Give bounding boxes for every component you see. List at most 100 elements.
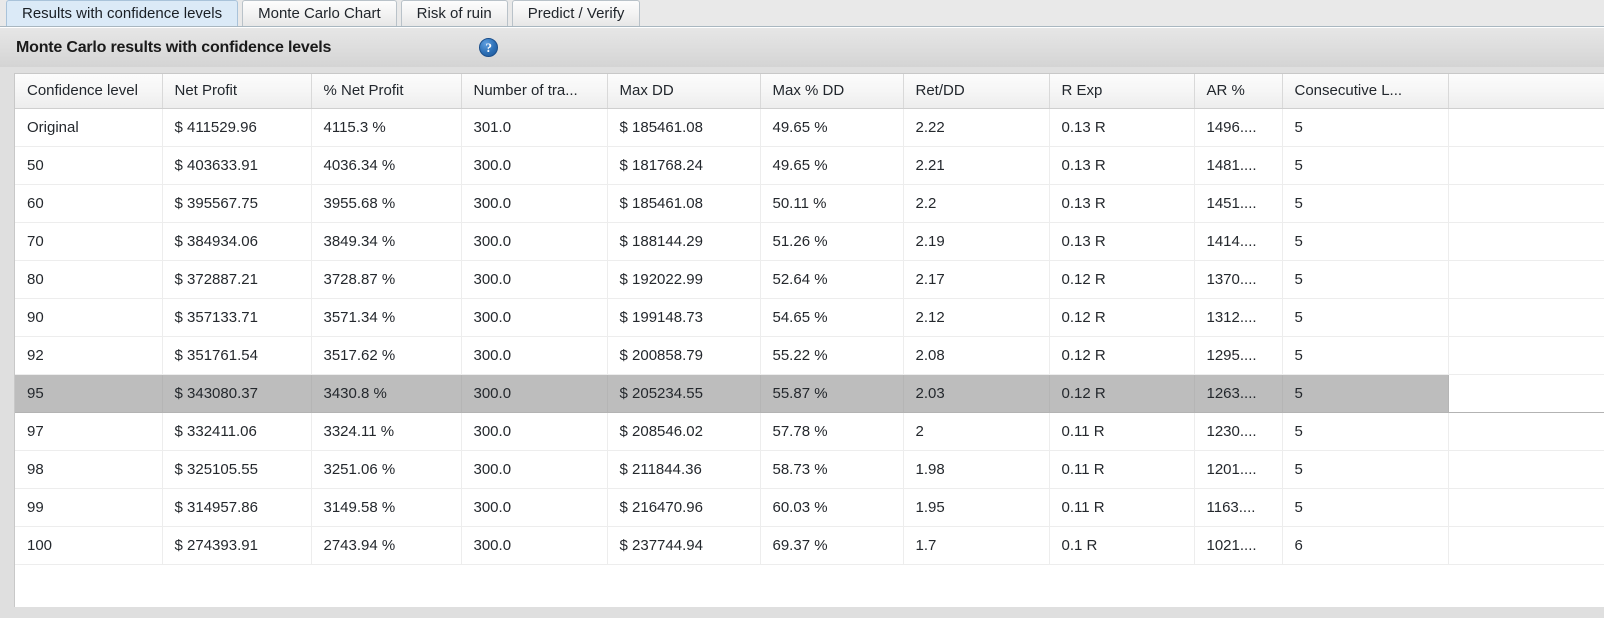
table-cell[interactable]: 57.78 % xyxy=(760,412,904,451)
table-cell[interactable]: 1.95 xyxy=(903,488,1050,527)
table-cell[interactable]: 1312.... xyxy=(1194,298,1283,337)
table-cell[interactable]: 1414.... xyxy=(1194,222,1283,261)
table-cell[interactable]: $ 237744.94 xyxy=(607,526,761,565)
table-cell[interactable]: 300.0 xyxy=(461,526,608,565)
table-cell[interactable]: 2.12 xyxy=(903,298,1050,337)
table-cell[interactable]: 2.21 xyxy=(903,146,1050,185)
table-cell[interactable]: 300.0 xyxy=(461,146,608,185)
table-cell[interactable]: 0.12 R xyxy=(1049,298,1195,337)
table-cell[interactable]: 300.0 xyxy=(461,222,608,261)
table-cell[interactable]: 1021.... xyxy=(1194,526,1283,565)
table-cell[interactable]: 69.37 % xyxy=(760,526,904,565)
table-cell[interactable]: 49.65 % xyxy=(760,108,904,147)
table-cell[interactable]: $ 332411.06 xyxy=(162,412,312,451)
table-row[interactable]: 99 $ 314957.86 3149.58 % 300.0 $ 216470.96 60… xyxy=(15,488,1604,527)
tab-monte-carlo-chart[interactable]: Monte Carlo Chart xyxy=(242,0,397,26)
table-cell[interactable]: 0.13 R xyxy=(1049,184,1195,223)
column-header-net-profit[interactable]: Net Profit xyxy=(162,74,312,109)
column-header-ar-pct[interactable]: AR % xyxy=(1194,74,1283,109)
table-cell[interactable]: 50.11 % xyxy=(760,184,904,223)
table-cell[interactable]: $ 372887.21 xyxy=(162,260,312,299)
table-cell[interactable]: 54.65 % xyxy=(760,298,904,337)
table-cell[interactable]: 5 xyxy=(1282,298,1449,337)
table-cell[interactable]: 3517.62 % xyxy=(311,336,462,375)
table-cell[interactable]: 5 xyxy=(1282,374,1449,413)
table-row[interactable]: 95 $ 343080.37 3430.8 % 300.0 $ 205234.55 55.… xyxy=(15,374,1604,413)
table-cell[interactable]: 3955.68 % xyxy=(311,184,462,223)
table-cell[interactable]: 5 xyxy=(1282,146,1449,185)
table-cell[interactable]: $ 395567.75 xyxy=(162,184,312,223)
table-cell[interactable]: 301.0 xyxy=(461,108,608,147)
table-cell[interactable]: 300.0 xyxy=(461,260,608,299)
table-cell[interactable]: $ 181768.24 xyxy=(607,146,761,185)
table-cell[interactable]: $ 357133.71 xyxy=(162,298,312,337)
table-cell[interactable]: 300.0 xyxy=(461,412,608,451)
table-cell[interactable]: 2.19 xyxy=(903,222,1050,261)
table-cell[interactable]: 55.87 % xyxy=(760,374,904,413)
table-cell[interactable]: 98 xyxy=(15,450,163,489)
table-row[interactable]: 70 $ 384934.06 3849.34 % 300.0 $ 188144.29 51… xyxy=(15,222,1604,261)
table-cell[interactable]: 3324.11 % xyxy=(311,412,462,451)
tab-predict-verify[interactable]: Predict / Verify xyxy=(511,0,641,26)
column-header-number-of-trades[interactable]: Number of tra... xyxy=(461,74,608,109)
table-cell[interactable]: 1370.... xyxy=(1194,260,1283,299)
table-cell[interactable]: $ 411529.96 xyxy=(162,108,312,147)
table-cell[interactable]: $ 208546.02 xyxy=(607,412,761,451)
table-cell[interactable]: $ 351761.54 xyxy=(162,336,312,375)
table-cell[interactable]: 50 xyxy=(15,146,163,185)
table-cell[interactable]: 3728.87 % xyxy=(311,260,462,299)
table-cell[interactable]: $ 200858.79 xyxy=(607,336,761,375)
table-row[interactable]: 80 $ 372887.21 3728.87 % 300.0 $ 192022.99 52… xyxy=(15,260,1604,299)
table-cell[interactable]: 95 xyxy=(15,374,163,413)
table-cell[interactable]: 90 xyxy=(15,298,163,337)
table-cell[interactable]: $ 188144.29 xyxy=(607,222,761,261)
table-cell[interactable]: 2.17 xyxy=(903,260,1050,299)
table-cell[interactable]: 2 xyxy=(903,412,1050,451)
table-cell[interactable]: 92 xyxy=(15,336,163,375)
table-cell[interactable]: 1230.... xyxy=(1194,412,1283,451)
table-cell[interactable]: 60 xyxy=(15,184,163,223)
table-cell[interactable]: 2.2 xyxy=(903,184,1050,223)
table-cell[interactable]: 1451.... xyxy=(1194,184,1283,223)
table-cell[interactable]: 0.11 R xyxy=(1049,412,1195,451)
table-cell[interactable]: 52.64 % xyxy=(760,260,904,299)
table-cell[interactable]: 2.08 xyxy=(903,336,1050,375)
table-cell[interactable]: 300.0 xyxy=(461,374,608,413)
table-cell[interactable]: 0.12 R xyxy=(1049,374,1195,413)
table-row[interactable]: 60 $ 395567.75 3955.68 % 300.0 $ 185461.08 50… xyxy=(15,184,1604,223)
table-cell[interactable]: 1.7 xyxy=(903,526,1050,565)
table-cell[interactable]: $ 185461.08 xyxy=(607,108,761,147)
table-cell[interactable]: 5 xyxy=(1282,450,1449,489)
table-cell[interactable]: 6 xyxy=(1282,526,1449,565)
table-cell[interactable]: 99 xyxy=(15,488,163,527)
table-cell[interactable]: $ 216470.96 xyxy=(607,488,761,527)
table-cell[interactable]: $ 192022.99 xyxy=(607,260,761,299)
table-cell[interactable]: 2.03 xyxy=(903,374,1050,413)
tab-results-with-confidence-levels[interactable]: Results with confidence levels xyxy=(6,0,239,26)
table-cell[interactable]: 0.12 R xyxy=(1049,260,1195,299)
table-cell[interactable]: 5 xyxy=(1282,260,1449,299)
table-cell[interactable]: 300.0 xyxy=(461,184,608,223)
column-header-max-pct-dd[interactable]: Max % DD xyxy=(760,74,904,109)
table-cell[interactable]: 3571.34 % xyxy=(311,298,462,337)
table-cell[interactable]: $ 403633.91 xyxy=(162,146,312,185)
table-cell[interactable]: 0.11 R xyxy=(1049,450,1195,489)
table-cell[interactable]: 3149.58 % xyxy=(311,488,462,527)
table-cell[interactable]: 300.0 xyxy=(461,488,608,527)
table-cell[interactable]: 51.26 % xyxy=(760,222,904,261)
table-cell[interactable]: 5 xyxy=(1282,184,1449,223)
table-cell[interactable]: 5 xyxy=(1282,336,1449,375)
table-cell[interactable]: 60.03 % xyxy=(760,488,904,527)
table-cell[interactable]: 3430.8 % xyxy=(311,374,462,413)
table-cell[interactable]: 1481.... xyxy=(1194,146,1283,185)
table-cell[interactable]: 0.13 R xyxy=(1049,222,1195,261)
table-cell[interactable]: 3849.34 % xyxy=(311,222,462,261)
table-cell[interactable]: 5 xyxy=(1282,222,1449,261)
table-cell[interactable]: $ 325105.55 xyxy=(162,450,312,489)
table-cell[interactable]: $ 199148.73 xyxy=(607,298,761,337)
table-row[interactable]: Original $ 411529.96 4115.3 % 301.0 $ 185461… xyxy=(15,108,1604,147)
table-cell[interactable]: 80 xyxy=(15,260,163,299)
table-cell[interactable]: 1.98 xyxy=(903,450,1050,489)
table-cell[interactable]: 97 xyxy=(15,412,163,451)
column-header-consecutive-losses[interactable]: Consecutive L... xyxy=(1282,74,1449,109)
